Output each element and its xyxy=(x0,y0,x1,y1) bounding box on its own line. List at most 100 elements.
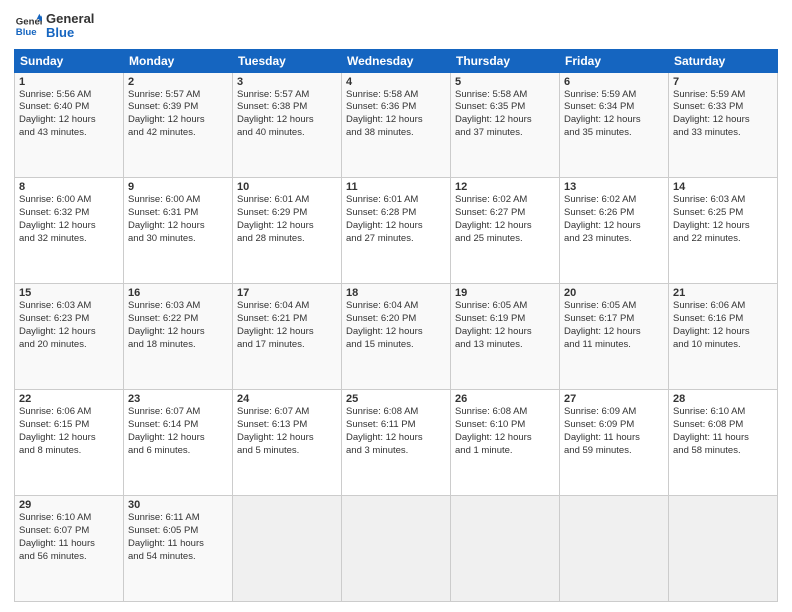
cell-line: Sunset: 6:28 PM xyxy=(346,207,446,220)
calendar-cell: 13Sunrise: 6:02 AMSunset: 6:26 PMDayligh… xyxy=(560,178,669,284)
cell-content: Sunrise: 6:10 AMSunset: 6:07 PMDaylight:… xyxy=(19,512,119,563)
cell-content: Sunrise: 5:58 AMSunset: 6:36 PMDaylight:… xyxy=(346,89,446,140)
cell-line: and 28 minutes. xyxy=(237,233,337,246)
cell-line: Sunset: 6:36 PM xyxy=(346,101,446,114)
cell-line: and 37 minutes. xyxy=(455,127,555,140)
cell-line: Sunset: 6:10 PM xyxy=(455,419,555,432)
cell-line: Daylight: 12 hours xyxy=(346,326,446,339)
cell-line: Daylight: 12 hours xyxy=(455,114,555,127)
day-number: 28 xyxy=(673,393,773,405)
cell-line: Sunset: 6:16 PM xyxy=(673,313,773,326)
cell-content: Sunrise: 6:03 AMSunset: 6:22 PMDaylight:… xyxy=(128,300,228,351)
cell-line: and 23 minutes. xyxy=(564,233,664,246)
calendar-page: General Blue General Blue SundayMondayTu… xyxy=(0,0,792,612)
cell-content: Sunrise: 6:03 AMSunset: 6:25 PMDaylight:… xyxy=(673,194,773,245)
cell-line: Sunset: 6:34 PM xyxy=(564,101,664,114)
cell-line: Daylight: 12 hours xyxy=(564,326,664,339)
calendar-cell: 5Sunrise: 5:58 AMSunset: 6:35 PMDaylight… xyxy=(451,72,560,178)
calendar-cell: 24Sunrise: 6:07 AMSunset: 6:13 PMDayligh… xyxy=(233,390,342,496)
weekday-header-wednesday: Wednesday xyxy=(342,49,451,72)
calendar-cell: 3Sunrise: 5:57 AMSunset: 6:38 PMDaylight… xyxy=(233,72,342,178)
logo-text-line2: Blue xyxy=(46,26,94,40)
calendar-week-1: 1Sunrise: 5:56 AMSunset: 6:40 PMDaylight… xyxy=(15,72,778,178)
cell-line: and 25 minutes. xyxy=(455,233,555,246)
cell-line: Sunset: 6:11 PM xyxy=(346,419,446,432)
day-number: 8 xyxy=(19,181,119,193)
cell-line: Sunrise: 6:10 AM xyxy=(19,512,119,525)
day-number: 22 xyxy=(19,393,119,405)
cell-line: Sunset: 6:17 PM xyxy=(564,313,664,326)
cell-line: and 3 minutes. xyxy=(346,445,446,458)
cell-content: Sunrise: 6:08 AMSunset: 6:10 PMDaylight:… xyxy=(455,406,555,457)
calendar-cell: 7Sunrise: 5:59 AMSunset: 6:33 PMDaylight… xyxy=(669,72,778,178)
calendar-cell xyxy=(669,496,778,602)
cell-line: and 30 minutes. xyxy=(128,233,228,246)
cell-content: Sunrise: 6:03 AMSunset: 6:23 PMDaylight:… xyxy=(19,300,119,351)
cell-content: Sunrise: 6:00 AMSunset: 6:32 PMDaylight:… xyxy=(19,194,119,245)
cell-line: Daylight: 11 hours xyxy=(673,432,773,445)
cell-content: Sunrise: 5:59 AMSunset: 6:33 PMDaylight:… xyxy=(673,89,773,140)
cell-line: Daylight: 12 hours xyxy=(237,432,337,445)
day-number: 13 xyxy=(564,181,664,193)
cell-line: Sunset: 6:29 PM xyxy=(237,207,337,220)
cell-line: and 5 minutes. xyxy=(237,445,337,458)
cell-line: Sunset: 6:20 PM xyxy=(346,313,446,326)
cell-line: Sunrise: 5:56 AM xyxy=(19,89,119,102)
cell-line: and 8 minutes. xyxy=(19,445,119,458)
calendar-cell xyxy=(560,496,669,602)
cell-line: and 40 minutes. xyxy=(237,127,337,140)
calendar-cell: 15Sunrise: 6:03 AMSunset: 6:23 PMDayligh… xyxy=(15,284,124,390)
cell-line: Sunrise: 6:04 AM xyxy=(346,300,446,313)
calendar-week-5: 29Sunrise: 6:10 AMSunset: 6:07 PMDayligh… xyxy=(15,496,778,602)
calendar-cell: 14Sunrise: 6:03 AMSunset: 6:25 PMDayligh… xyxy=(669,178,778,284)
cell-content: Sunrise: 6:00 AMSunset: 6:31 PMDaylight:… xyxy=(128,194,228,245)
cell-line: Sunset: 6:25 PM xyxy=(673,207,773,220)
cell-line: Sunrise: 6:09 AM xyxy=(564,406,664,419)
cell-content: Sunrise: 6:06 AMSunset: 6:15 PMDaylight:… xyxy=(19,406,119,457)
cell-line: Sunset: 6:21 PM xyxy=(237,313,337,326)
cell-line: Sunrise: 6:05 AM xyxy=(564,300,664,313)
weekday-header-tuesday: Tuesday xyxy=(233,49,342,72)
cell-line: Sunset: 6:39 PM xyxy=(128,101,228,114)
cell-line: Sunrise: 6:08 AM xyxy=(346,406,446,419)
cell-line: Daylight: 12 hours xyxy=(455,220,555,233)
cell-line: Sunset: 6:27 PM xyxy=(455,207,555,220)
cell-line: Daylight: 12 hours xyxy=(564,220,664,233)
cell-line: Daylight: 12 hours xyxy=(19,114,119,127)
day-number: 20 xyxy=(564,287,664,299)
cell-line: and 1 minute. xyxy=(455,445,555,458)
day-number: 2 xyxy=(128,76,228,88)
cell-line: Sunrise: 6:10 AM xyxy=(673,406,773,419)
cell-line: Daylight: 12 hours xyxy=(564,114,664,127)
day-number: 21 xyxy=(673,287,773,299)
cell-line: Sunset: 6:26 PM xyxy=(564,207,664,220)
cell-line: and 56 minutes. xyxy=(19,551,119,564)
cell-content: Sunrise: 5:59 AMSunset: 6:34 PMDaylight:… xyxy=(564,89,664,140)
day-number: 26 xyxy=(455,393,555,405)
cell-line: Sunset: 6:07 PM xyxy=(19,525,119,538)
cell-content: Sunrise: 6:02 AMSunset: 6:27 PMDaylight:… xyxy=(455,194,555,245)
cell-line: Sunrise: 5:57 AM xyxy=(128,89,228,102)
day-number: 10 xyxy=(237,181,337,193)
cell-content: Sunrise: 5:57 AMSunset: 6:38 PMDaylight:… xyxy=(237,89,337,140)
cell-line: Sunset: 6:05 PM xyxy=(128,525,228,538)
cell-line: Sunset: 6:40 PM xyxy=(19,101,119,114)
cell-content: Sunrise: 6:06 AMSunset: 6:16 PMDaylight:… xyxy=(673,300,773,351)
cell-line: Sunset: 6:35 PM xyxy=(455,101,555,114)
cell-line: and 32 minutes. xyxy=(19,233,119,246)
calendar-cell: 19Sunrise: 6:05 AMSunset: 6:19 PMDayligh… xyxy=(451,284,560,390)
calendar-cell xyxy=(342,496,451,602)
day-number: 5 xyxy=(455,76,555,88)
cell-content: Sunrise: 5:58 AMSunset: 6:35 PMDaylight:… xyxy=(455,89,555,140)
calendar-cell xyxy=(451,496,560,602)
day-number: 12 xyxy=(455,181,555,193)
cell-line: and 20 minutes. xyxy=(19,339,119,352)
day-number: 17 xyxy=(237,287,337,299)
cell-content: Sunrise: 5:57 AMSunset: 6:39 PMDaylight:… xyxy=(128,89,228,140)
cell-content: Sunrise: 6:02 AMSunset: 6:26 PMDaylight:… xyxy=(564,194,664,245)
calendar-cell: 11Sunrise: 6:01 AMSunset: 6:28 PMDayligh… xyxy=(342,178,451,284)
cell-line: and 42 minutes. xyxy=(128,127,228,140)
calendar-cell: 6Sunrise: 5:59 AMSunset: 6:34 PMDaylight… xyxy=(560,72,669,178)
cell-line: Sunrise: 6:01 AM xyxy=(237,194,337,207)
cell-line: Daylight: 12 hours xyxy=(19,220,119,233)
